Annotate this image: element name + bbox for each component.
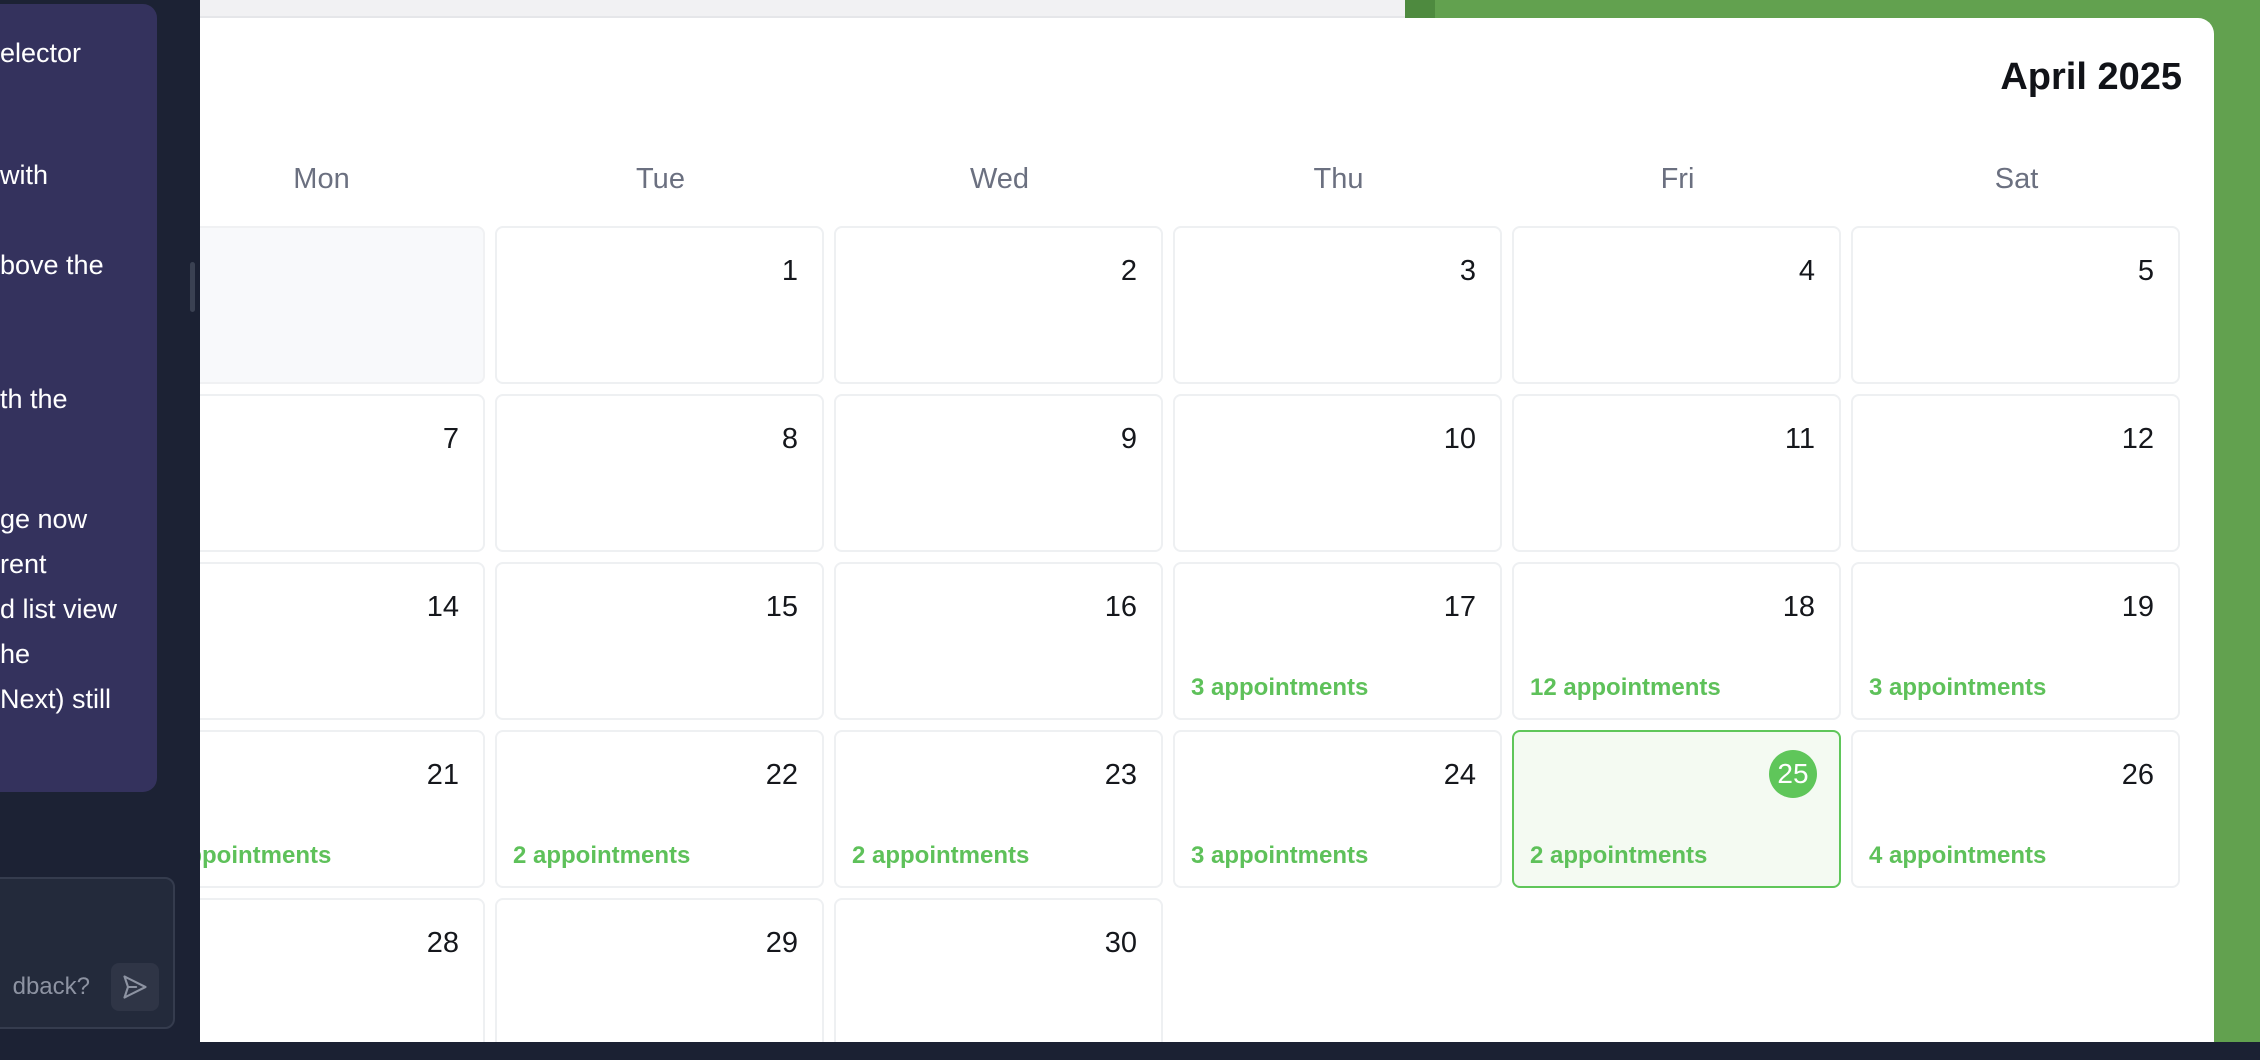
- chat-message-card: elector with bove the th the ge now rent…: [0, 4, 157, 792]
- green-edge: [1405, 0, 1435, 18]
- day-cell[interactable]: 4: [1512, 226, 1841, 384]
- calendar-card: April 2025 Mon Tue Wed Thu Fri Sat 12345…: [200, 18, 2214, 1042]
- day-cell[interactable]: 21 appointments: [200, 730, 485, 888]
- day-number: 1: [781, 255, 798, 287]
- weekday-wed: Wed: [969, 163, 1030, 195]
- panel-resize-handle[interactable]: [190, 262, 195, 312]
- day-number: 26: [2121, 759, 2154, 791]
- day-cell[interactable]: 26 4 appointments: [1851, 730, 2180, 888]
- day-cell[interactable]: 24 3 appointments: [1173, 730, 1502, 888]
- message-line: rent: [0, 549, 47, 579]
- weekday-thu: Thu: [1313, 163, 1364, 195]
- day-cell-today[interactable]: 25 2 appointments: [1512, 730, 1841, 888]
- day-cell: [200, 226, 485, 384]
- appointment-count[interactable]: appointments: [200, 842, 331, 870]
- day-cell[interactable]: 8: [495, 394, 824, 552]
- day-cell[interactable]: 3: [1173, 226, 1502, 384]
- day-number: 4: [1798, 255, 1815, 287]
- day-number: 5: [2137, 255, 2154, 287]
- day-number: 30: [1104, 927, 1137, 959]
- appointment-count[interactable]: 4 appointments: [1869, 842, 2046, 870]
- day-number: 15: [765, 591, 798, 623]
- day-number: 22: [765, 759, 798, 791]
- appointment-count[interactable]: 2 appointments: [1530, 842, 1707, 870]
- day-cell[interactable]: 10: [1173, 394, 1502, 552]
- send-icon: [123, 975, 147, 999]
- day-number: 29: [765, 927, 798, 959]
- day-cell[interactable]: 14: [200, 562, 485, 720]
- day-number: 14: [426, 591, 459, 623]
- appointment-count[interactable]: 2 appointments: [513, 842, 690, 870]
- day-cell[interactable]: 18 12 appointments: [1512, 562, 1841, 720]
- appointment-count[interactable]: 2 appointments: [852, 842, 1029, 870]
- day-number: 28: [426, 927, 459, 959]
- bottom-bar: [200, 1042, 2260, 1060]
- day-number: 17: [1443, 591, 1476, 623]
- message-line: ge now: [0, 504, 88, 534]
- day-cell[interactable]: 30: [834, 898, 1163, 1042]
- day-number: 23: [1104, 759, 1137, 791]
- weekday-sat: Sat: [1994, 163, 2039, 195]
- message-line: d list view: [0, 594, 118, 624]
- day-number: 9: [1120, 423, 1137, 455]
- day-number: 11: [1784, 423, 1815, 455]
- appointment-count[interactable]: 3 appointments: [1191, 674, 1368, 702]
- day-cell[interactable]: 5: [1851, 226, 2180, 384]
- day-number: 24: [1443, 759, 1476, 791]
- appointment-count[interactable]: 12 appointments: [1530, 674, 1721, 702]
- day-number: 12: [2121, 423, 2154, 455]
- day-cell[interactable]: 17 3 appointments: [1173, 562, 1502, 720]
- day-number: 19: [2121, 591, 2154, 623]
- day-number: 7: [442, 423, 459, 455]
- weekday-tue: Tue: [636, 163, 685, 195]
- message-line: th the: [0, 384, 68, 414]
- day-cell[interactable]: 22 2 appointments: [495, 730, 824, 888]
- day-number: 10: [1443, 423, 1476, 455]
- day-cell[interactable]: 9: [834, 394, 1163, 552]
- day-number: 18: [1782, 591, 1815, 623]
- day-cell[interactable]: 16: [834, 562, 1163, 720]
- day-number: 2: [1120, 255, 1137, 287]
- message-line: elector: [0, 38, 82, 68]
- day-cell[interactable]: 12: [1851, 394, 2180, 552]
- weekday-mon: Mon: [293, 163, 350, 195]
- chat-panel: elector with bove the th the ge now rent…: [0, 0, 190, 1060]
- top-strip: [200, 0, 1405, 17]
- day-cell[interactable]: 28: [200, 898, 485, 1042]
- weekday-fri: Fri: [1660, 163, 1695, 195]
- day-cell[interactable]: 23 2 appointments: [834, 730, 1163, 888]
- day-number: 3: [1459, 255, 1476, 287]
- message-line: Next) still: [0, 684, 112, 714]
- day-number: 21: [426, 759, 459, 791]
- day-number: 16: [1104, 591, 1137, 623]
- day-cell[interactable]: 15: [495, 562, 824, 720]
- month-title: April 2025: [2000, 56, 2182, 98]
- day-cell[interactable]: 7: [200, 394, 485, 552]
- appointment-count[interactable]: 3 appointments: [1191, 842, 1368, 870]
- day-cell[interactable]: 29: [495, 898, 824, 1042]
- message-line: with: [0, 160, 49, 190]
- day-cell[interactable]: 2: [834, 226, 1163, 384]
- message-line: he: [0, 639, 31, 669]
- day-number: 8: [781, 423, 798, 455]
- feedback-box: [0, 877, 175, 1029]
- appointment-count[interactable]: 3 appointments: [1869, 674, 2046, 702]
- today-date-badge: 25: [1769, 750, 1817, 798]
- day-cell[interactable]: 11: [1512, 394, 1841, 552]
- day-cell[interactable]: 1: [495, 226, 824, 384]
- feedback-input[interactable]: [0, 967, 90, 1007]
- send-button[interactable]: [111, 963, 159, 1011]
- message-line: bove the: [0, 250, 104, 280]
- day-cell[interactable]: 19 3 appointments: [1851, 562, 2180, 720]
